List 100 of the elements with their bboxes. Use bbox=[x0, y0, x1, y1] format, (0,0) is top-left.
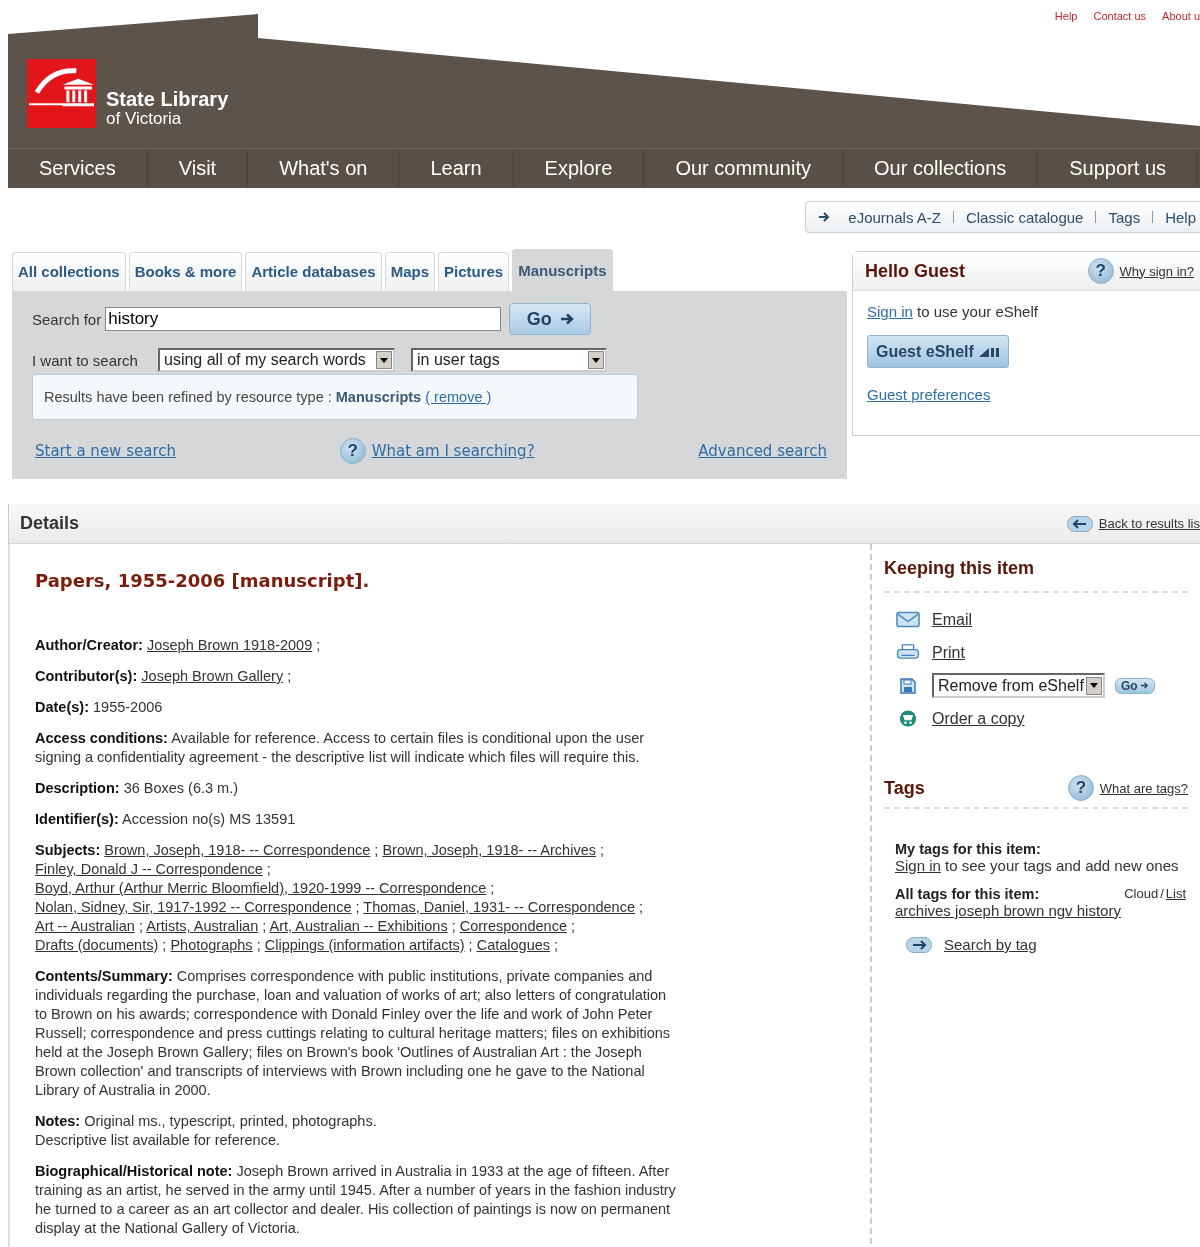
nav-item[interactable]: Learn bbox=[399, 149, 514, 188]
action-link[interactable]: Print bbox=[932, 643, 965, 662]
search-tab[interactable]: Article databases bbox=[245, 252, 382, 291]
record-link[interactable]: Thomas, Daniel, 1931- -- Correspondence bbox=[363, 899, 635, 915]
tags-sign-in-text: Sign in to see your tags and add new ones bbox=[895, 857, 1180, 874]
quick-link[interactable]: Tags bbox=[1104, 208, 1145, 226]
keeping-title: Keeping this item bbox=[884, 558, 1036, 579]
preferences-link[interactable]: Guest preferences bbox=[867, 386, 991, 403]
arrow-icon bbox=[818, 211, 831, 223]
account-title: Hello Guest bbox=[865, 260, 966, 282]
record-link[interactable]: Drafts (documents) bbox=[35, 937, 159, 953]
tag-link[interactable]: archives joseph brown ngv history bbox=[895, 902, 1121, 919]
help-icon[interactable]: ? bbox=[1067, 775, 1094, 801]
dropdown-icon bbox=[592, 357, 600, 363]
my-tags-label: My tags for this item: bbox=[895, 841, 1042, 857]
utility-link[interactable]: Help bbox=[1054, 10, 1078, 22]
nav-item[interactable]: What's on bbox=[248, 149, 400, 188]
details-title: Details bbox=[20, 513, 80, 534]
record-link[interactable]: Joseph Brown 1918-2009 bbox=[147, 637, 313, 653]
dropdown-icon bbox=[1090, 683, 1098, 688]
search-tab[interactable]: All collections bbox=[12, 252, 126, 291]
record-link[interactable]: Artists, Australian bbox=[146, 918, 259, 934]
arrow-icon bbox=[1139, 682, 1149, 689]
envelope-icon bbox=[896, 611, 920, 628]
action-link[interactable]: Email bbox=[932, 610, 972, 629]
record-title: Papers, 1955-2006 [manuscript]. bbox=[35, 570, 371, 591]
quick-link[interactable]: Help bbox=[1161, 208, 1200, 226]
search-scope-select[interactable]: in user tags bbox=[411, 348, 607, 372]
record-link[interactable]: Finley, Donald J -- Correspondence bbox=[35, 861, 263, 877]
logo-subtitle: of Victoria bbox=[106, 110, 182, 128]
eshelf-button[interactable]: Guest eShelf bbox=[867, 335, 1009, 368]
utility-link[interactable]: Contact us bbox=[1093, 10, 1147, 22]
record-field: Subjects: Brown, Joseph, 1918- -- Correspondence ; Brown, Joseph, 1918- -- Archives ; Finley, Donald J -- Correspondence ; Boyd, Arthur (Arthur Merric Bloomfield), 1920-1999 -- Correspondence ; Nolan, Sidney, Sir, 1917-1992 -- Correspondence ; Thomas, Daniel, 1931- -- Correspondence ; Art -- Australian ; Artists, Australian ; Art, Australian -- Exhibitions ; Correspondence ; Drafts (documents) ; Photographs ; Clippings (information artifacts) ; Catalogues ; bbox=[35, 841, 680, 955]
slash-text: / bbox=[1160, 886, 1164, 902]
record-field: Contributor(s): Joseph Brown Gallery ; bbox=[35, 667, 680, 686]
go-button[interactable]: Go bbox=[509, 303, 592, 335]
record-field: Notes: Original ms., typescript, printed, photographs. Descriptive list available for reference. bbox=[35, 1112, 680, 1150]
nav-item[interactable]: Support us bbox=[1038, 149, 1198, 188]
all-tags-label: All tags for this item: bbox=[895, 886, 1040, 902]
arrow-icon bbox=[559, 313, 574, 325]
remove-link[interactable]: ( remove ) bbox=[425, 389, 492, 405]
help-icon[interactable]: ? bbox=[339, 438, 366, 464]
record-field: Date(s): 1955-2006 bbox=[35, 698, 680, 717]
search-label: Search for bbox=[32, 310, 102, 328]
search-mode-label: I want to search bbox=[32, 351, 139, 369]
record-link[interactable]: Correspondence bbox=[459, 918, 567, 934]
action-link[interactable]: Order a copy bbox=[932, 709, 1025, 728]
tags-title: Tags bbox=[884, 777, 925, 799]
back-link[interactable]: Back to results lis bbox=[1098, 516, 1200, 531]
record-field: Description: 36 Boxes (6.3 m.) bbox=[35, 779, 680, 798]
record-link[interactable]: Art -- Australian bbox=[35, 918, 135, 934]
record-field: Identifier(s): Accession no(s) MS 13591 bbox=[35, 810, 680, 829]
library-logo-icon bbox=[27, 59, 96, 128]
search-by-tag-link[interactable]: Search by tag bbox=[944, 936, 1037, 953]
quick-link[interactable]: eJournals A-Z bbox=[844, 208, 945, 226]
search-mode-select[interactable]: using all of my search words bbox=[158, 348, 395, 372]
utility-link[interactable]: About u bbox=[1162, 10, 1200, 22]
refine-text: Results have been refined by resource type : Manuscripts ( remove ) bbox=[44, 389, 492, 405]
dropdown-icon bbox=[380, 357, 388, 363]
search-tab[interactable]: Pictures bbox=[438, 252, 510, 291]
advanced-search-link[interactable]: Advanced search bbox=[698, 442, 827, 460]
nav-item[interactable]: Services bbox=[8, 149, 148, 188]
record-link[interactable]: Nolan, Sidney, Sir, 1917-1992 -- Correspondence bbox=[35, 899, 352, 915]
record-link[interactable]: Catalogues bbox=[476, 937, 551, 953]
record-link[interactable]: Boyd, Arthur (Arthur Merric Bloomfield), 1920-1999 -- Correspondence bbox=[35, 880, 487, 896]
sign-in-text: Sign in to use your eShelf bbox=[867, 303, 1039, 320]
record-link[interactable]: Art, Australian -- Exhibitions bbox=[269, 918, 448, 934]
what-are-tags-link[interactable]: What are tags? bbox=[1099, 780, 1188, 796]
nav-item[interactable]: Our community bbox=[644, 149, 843, 188]
save-icon bbox=[900, 677, 916, 694]
list-link[interactable]: List bbox=[1165, 886, 1186, 902]
search-tab[interactable]: Maps bbox=[384, 252, 435, 291]
searching-info-link[interactable]: What am I searching? bbox=[371, 442, 535, 460]
record-field: Access conditions: Available for reference. Access to certain files is conditional upon the user signing a confidentiality agreement - the descriptive list will indicate which files will require this. bbox=[35, 729, 680, 767]
help-icon[interactable]: ? bbox=[1087, 258, 1114, 284]
nav-item[interactable]: Visit bbox=[147, 149, 249, 188]
nav-item[interactable]: Our collections bbox=[843, 149, 1039, 188]
sign-in-link[interactable]: Sign in bbox=[895, 857, 941, 874]
record-link[interactable]: Clippings (information artifacts) bbox=[264, 937, 465, 953]
sign-in-link[interactable]: Sign in bbox=[867, 303, 913, 320]
record-link[interactable]: Joseph Brown Gallery bbox=[141, 668, 284, 684]
logo-name: State Library bbox=[106, 88, 229, 110]
search-field[interactable]: history bbox=[105, 307, 502, 331]
record-link[interactable]: Brown, Joseph, 1918- -- Correspondence bbox=[104, 842, 371, 858]
eshelf-select[interactable]: Remove from eShelf bbox=[932, 673, 1105, 698]
why-sign-in-link[interactable]: Why sign in? bbox=[1119, 263, 1194, 279]
search-tab[interactable]: Manuscripts bbox=[512, 249, 613, 291]
cloud-label: Cloud bbox=[1124, 886, 1159, 902]
record-link[interactable]: Brown, Joseph, 1918- -- Archives bbox=[382, 842, 596, 858]
record-field: Contents/Summary: Comprises correspondence with public institutions, private companies and individuals regarding the purchase, loan and valuation of works of art; also letters of congratulation to Brown on his awards; correspondence with Donald Finley over the life and work of John Peter Russell; correspondence and press cuttings relating to cultural heritage matters; files on exhibitions held at the Joseph Brown Gallery; files on Brown's book 'Outlines of Australian Art : the Joseph Brown collection' and transcripts of interviews with Brown including one he gave to the National Library of Australia in 2000. bbox=[35, 967, 680, 1100]
search-tab[interactable]: Books & more bbox=[128, 252, 243, 291]
go-button[interactable]: Go bbox=[1115, 677, 1155, 694]
nav-item[interactable]: Explore bbox=[513, 149, 645, 188]
record-field: Biographical/Historical note: Joseph Brown arrived in Australia in 1933 at the age of fifteen. After training as an artist, he served in the army until 1945. After a number of years in the fashion industry he turned to a career as an art collector and dealer. His collection of paintings is now on permanent display at the National Gallery of Victoria. bbox=[35, 1162, 680, 1238]
record-link[interactable]: Photographs bbox=[170, 937, 253, 953]
quick-link[interactable]: Classic catalogue bbox=[961, 208, 1088, 226]
shelf-icon bbox=[977, 345, 1000, 358]
printer-icon bbox=[896, 644, 920, 661]
new-search-link[interactable]: Start a new search bbox=[35, 442, 176, 460]
record-field: Author/Creator: Joseph Brown 1918-2009 ; bbox=[35, 636, 680, 655]
